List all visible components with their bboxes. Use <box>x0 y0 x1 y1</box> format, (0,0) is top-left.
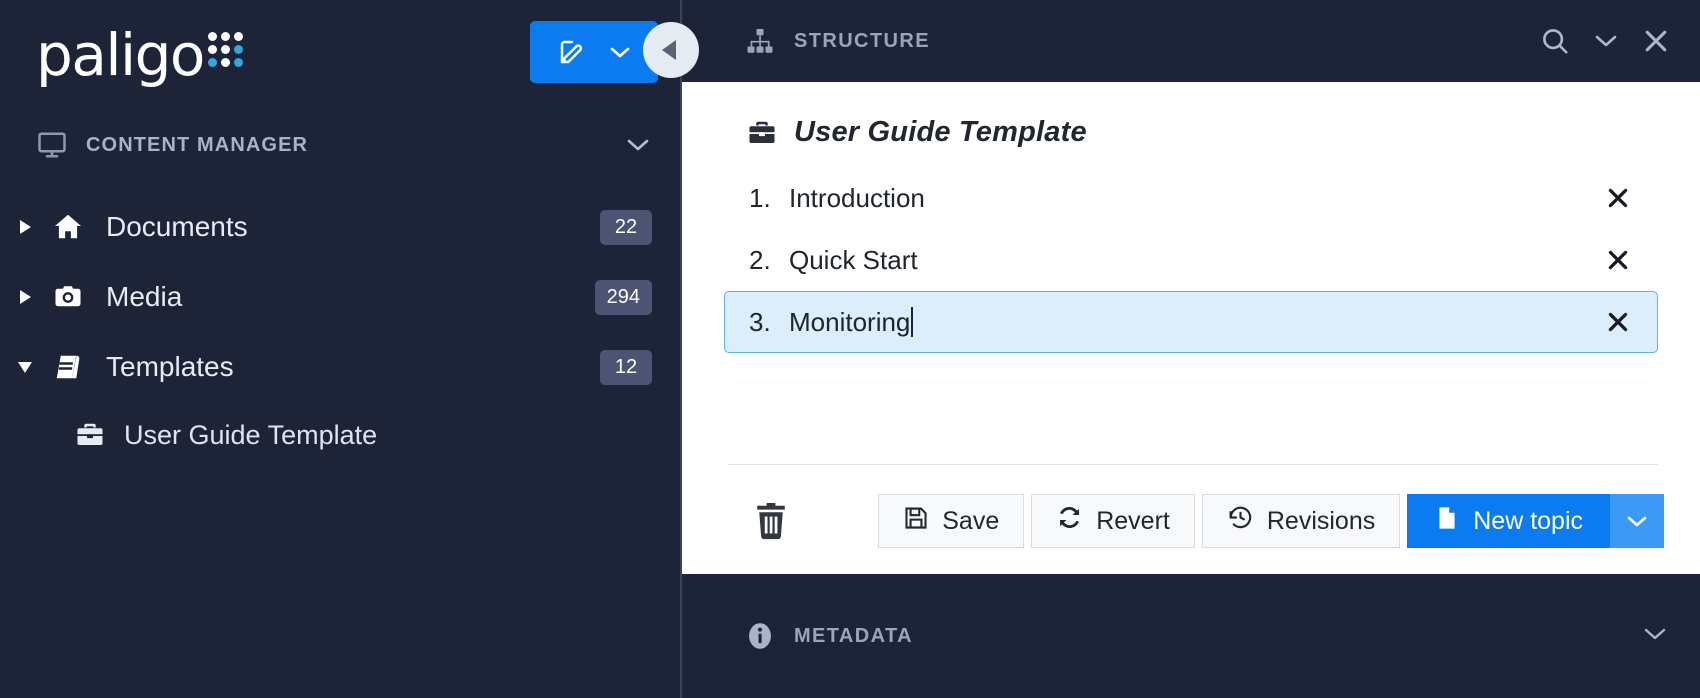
revisions-button[interactable]: Revisions <box>1201 494 1401 548</box>
templates-count-badge: 12 <box>600 349 652 385</box>
topic-title[interactable]: Quick Start <box>789 245 1601 276</box>
briefcase-icon <box>746 118 778 148</box>
new-topic-dropdown-button[interactable] <box>1610 494 1664 548</box>
structure-toolbar: Save Revert Revisions New topic <box>724 494 1664 548</box>
revert-button[interactable]: Revert <box>1031 494 1195 548</box>
monitor-icon <box>36 130 68 160</box>
close-icon[interactable] <box>1642 27 1670 55</box>
topic-row-quick-start[interactable]: 2. Quick Start <box>724 229 1658 291</box>
sidebar-section-content-manager[interactable]: CONTENT MANAGER <box>0 114 680 176</box>
left-sidebar: paligo CONTENT MANAGER Documents 22 Medi… <box>0 0 680 698</box>
refresh-icon <box>1056 504 1083 538</box>
sidebar-item-user-guide-template[interactable]: User Guide Template <box>0 402 680 468</box>
history-clock-icon <box>1227 504 1254 538</box>
media-count-badge: 294 <box>594 279 652 315</box>
toolbar-button-group: Save Revert Revisions New topic <box>871 494 1664 548</box>
save-button[interactable]: Save <box>878 494 1025 548</box>
sidebar-item-media[interactable]: Media 294 <box>0 262 680 332</box>
topic-number: 3. <box>749 306 771 337</box>
logo-wordmark: paligo <box>36 21 205 89</box>
sitemap-icon <box>744 26 776 56</box>
topic-title-input[interactable]: Monitoring <box>789 307 1601 338</box>
delete-button[interactable] <box>736 498 806 544</box>
remove-topic-icon[interactable] <box>1601 185 1635 211</box>
chevron-down-icon <box>609 45 631 59</box>
edit-pencil-icon <box>557 37 587 67</box>
expand-caret-icon[interactable] <box>12 220 38 234</box>
structure-panel-header: STRUCTURE <box>682 0 1700 82</box>
topic-list: 1. Introduction 2. Quick Start 3. Monito… <box>724 167 1658 353</box>
search-icon[interactable] <box>1540 26 1570 56</box>
document-title: User Guide Template <box>794 116 1087 148</box>
save-label: Save <box>942 506 1000 535</box>
new-topic-button[interactable]: New topic <box>1407 494 1610 548</box>
chevron-down-icon[interactable] <box>1592 31 1620 51</box>
expand-caret-icon[interactable] <box>12 290 38 304</box>
topic-row-monitoring[interactable]: 3. Monitoring <box>724 291 1658 353</box>
briefcase-icon <box>70 420 110 450</box>
chevron-down-icon[interactable] <box>1640 624 1670 649</box>
revert-label: Revert <box>1096 506 1170 535</box>
topic-number: 2. <box>749 244 771 275</box>
collapse-caret-icon[interactable] <box>12 362 38 373</box>
paligo-app-window: paligo CONTENT MANAGER Documents 22 Medi… <box>0 0 1700 698</box>
panel-title: STRUCTURE <box>794 29 930 52</box>
content-manager-label: CONTENT MANAGER <box>86 133 309 156</box>
metadata-label: METADATA <box>794 624 913 647</box>
topic-number: 1. <box>749 182 771 213</box>
remove-topic-icon[interactable] <box>1601 247 1635 273</box>
new-topic-label: New topic <box>1473 506 1583 535</box>
structure-editor-body: User Guide Template 1. Introduction 2. Q… <box>682 82 1700 574</box>
camera-icon <box>48 282 88 312</box>
content-tree: Documents 22 Media 294 Templates 12 User… <box>0 192 680 468</box>
revisions-label: Revisions <box>1266 506 1376 535</box>
documents-count-badge: 22 <box>600 209 652 245</box>
new-file-icon <box>1434 504 1460 539</box>
sidebar-item-label: Documents <box>106 211 248 242</box>
home-icon <box>48 212 88 242</box>
floppy-disk-icon <box>903 505 929 538</box>
paligo-logo[interactable]: paligo <box>36 20 530 84</box>
chevron-down-icon[interactable] <box>624 136 652 154</box>
sidebar-item-documents[interactable]: Documents 22 <box>0 192 680 262</box>
remove-topic-icon[interactable] <box>1601 309 1635 335</box>
topic-title[interactable]: Introduction <box>789 183 1601 214</box>
collapse-panel-button[interactable] <box>643 22 699 78</box>
document-title-row: User Guide Template <box>724 82 1658 149</box>
metadata-section-header[interactable]: METADATA <box>682 574 1700 698</box>
logo-dot-grid-icon <box>207 32 243 67</box>
sidebar-item-templates[interactable]: Templates 12 <box>0 332 680 402</box>
sidebar-item-label: Media <box>106 281 183 312</box>
sidebar-item-label: Templates <box>106 351 234 382</box>
sidebar-child-label: User Guide Template <box>124 419 378 450</box>
create-edit-button[interactable] <box>530 21 658 83</box>
structure-panel: STRUCTURE User Guide Template 1. Introdu… <box>643 0 1700 698</box>
chevron-down-icon <box>1625 507 1649 536</box>
panel-header-actions <box>1540 26 1670 56</box>
toolbar-divider <box>728 464 1658 465</box>
brand-row: paligo <box>0 0 680 104</box>
book-icon <box>48 352 88 382</box>
topic-row-introduction[interactable]: 1. Introduction <box>724 167 1658 229</box>
info-circle-icon <box>744 620 776 652</box>
